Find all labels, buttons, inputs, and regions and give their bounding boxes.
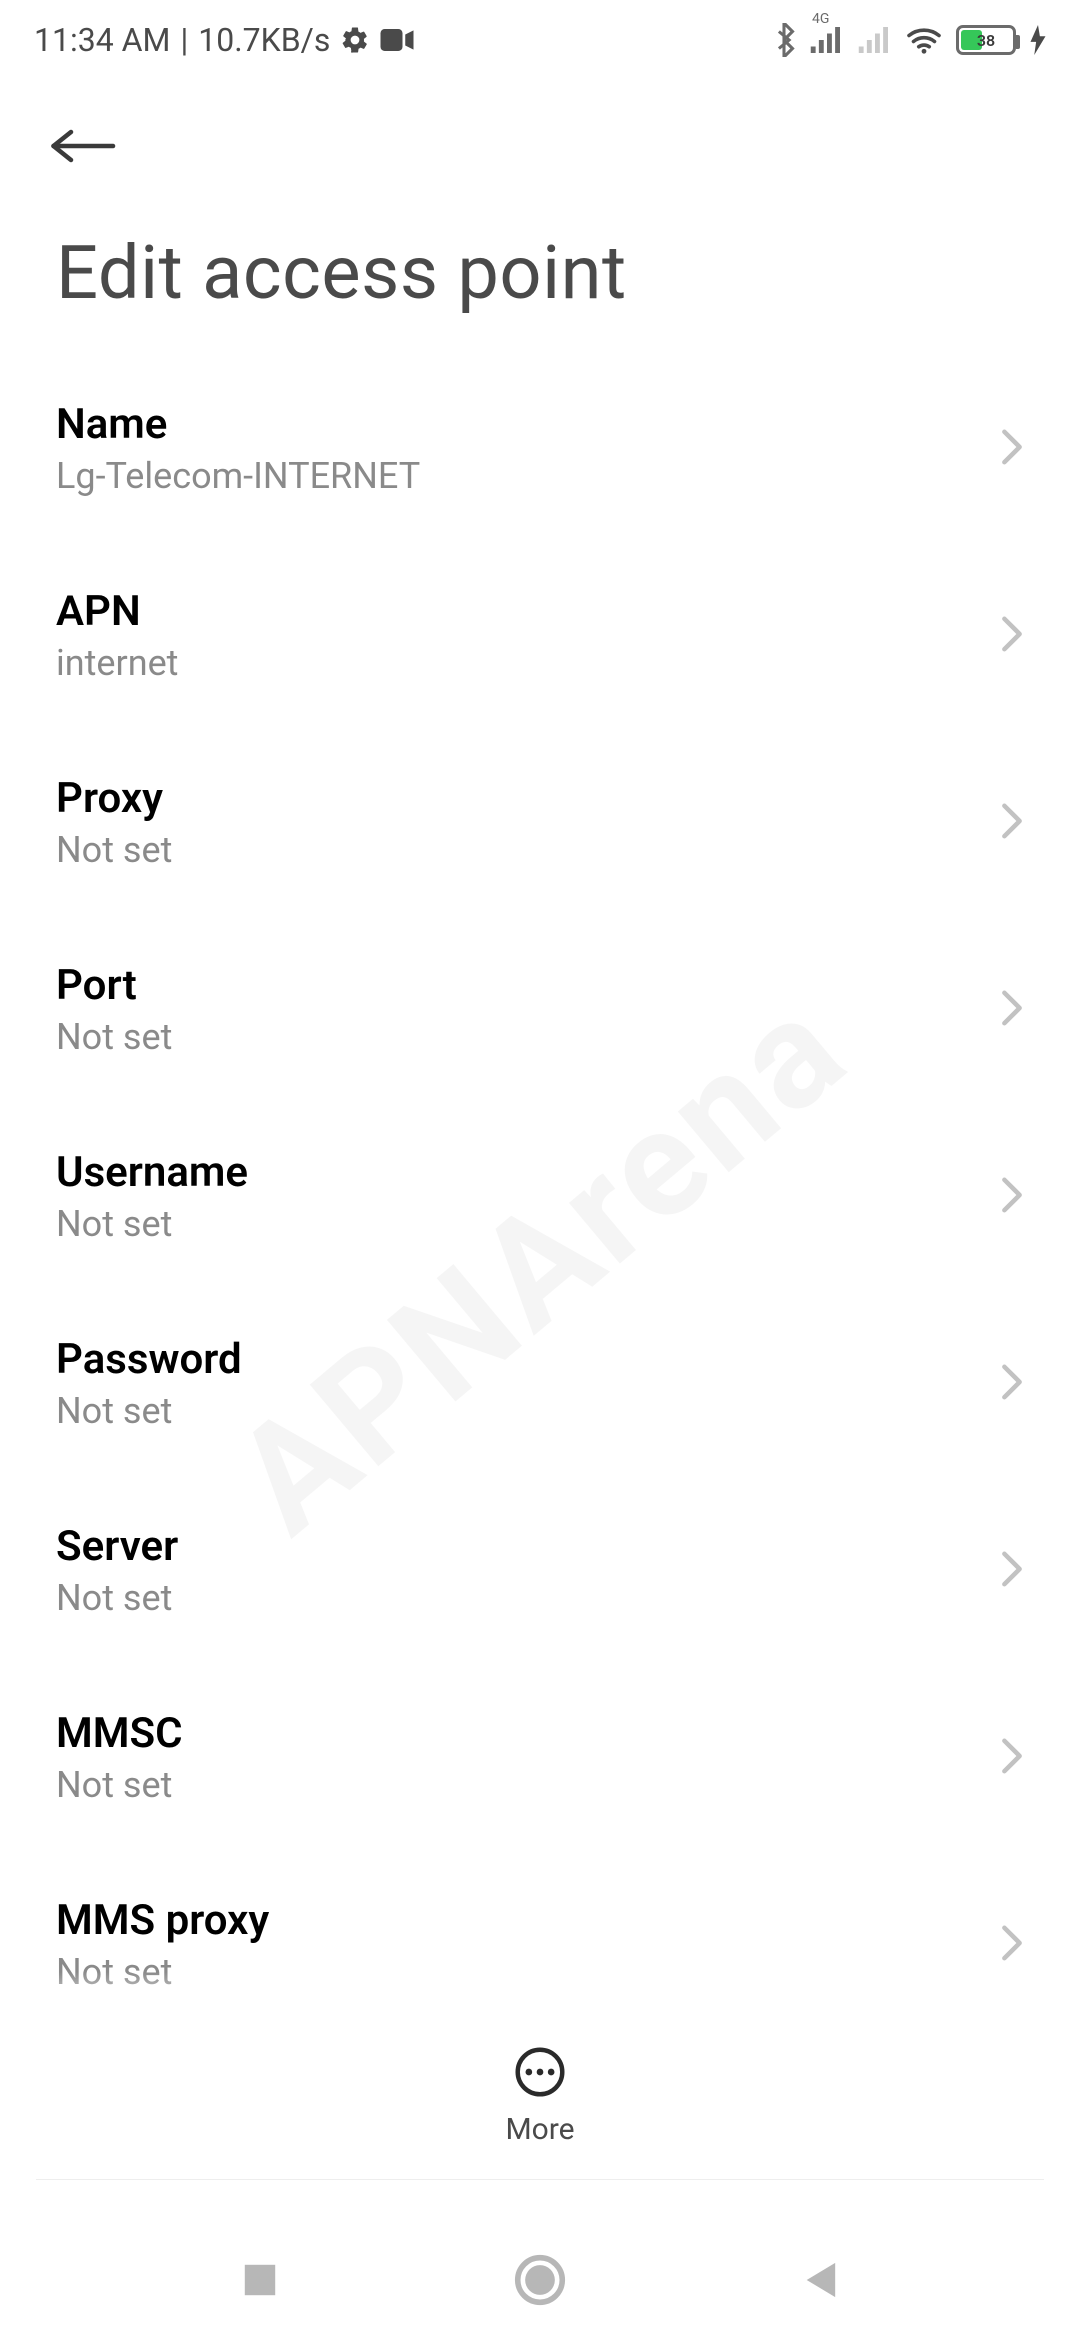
chevron-right-icon (1000, 1550, 1024, 1592)
nav-recent-button[interactable] (232, 2252, 288, 2308)
status-speed: 10.7KB/s (198, 21, 330, 59)
row-label: Password (56, 1335, 242, 1384)
chevron-right-icon (1000, 802, 1024, 844)
row-label: Proxy (56, 774, 172, 823)
gear-icon (340, 25, 370, 55)
row-value: Lg-Telecom-INTERNET (56, 455, 420, 497)
row-label: Name (56, 400, 420, 449)
row-value: Not set (56, 1016, 172, 1058)
battery-icon: 38 (956, 25, 1016, 55)
row-value: internet (56, 642, 178, 684)
row-label: Server (56, 1522, 178, 1571)
more-label: More (505, 2112, 574, 2147)
header (0, 80, 1080, 220)
row-label: Port (56, 961, 172, 1010)
charging-icon (1030, 25, 1046, 55)
row-value: Not set (56, 829, 172, 871)
chevron-right-icon (1000, 1737, 1024, 1779)
row-value: Not set (56, 1203, 248, 1245)
chevron-right-icon (1000, 1363, 1024, 1405)
wifi-icon (906, 26, 942, 54)
signal-nosim-icon: x (858, 27, 892, 53)
more-button[interactable]: More (505, 2046, 574, 2147)
nav-back-button[interactable] (792, 2252, 848, 2308)
settings-list: Name Lg-Telecom-INTERNET APN internet Pr… (0, 355, 1080, 2038)
status-right: 4G x 38 (772, 23, 1046, 57)
navigation-bar (0, 2220, 1080, 2340)
chevron-right-icon (1000, 428, 1024, 470)
chevron-right-icon (1000, 615, 1024, 657)
row-mmsc[interactable]: MMSC Not set (56, 1664, 1030, 1851)
bottom-action-bar: More (0, 2016, 1080, 2176)
status-time: 11:34 AM (34, 21, 170, 59)
row-apn[interactable]: APN internet (56, 542, 1030, 729)
row-label: APN (56, 587, 178, 636)
row-label: Username (56, 1148, 248, 1197)
row-value: Not set (56, 1390, 242, 1432)
row-proxy[interactable]: Proxy Not set (56, 729, 1030, 916)
row-mms-proxy[interactable]: MMS proxy Not set (56, 1851, 1030, 2038)
chevron-right-icon (1000, 1176, 1024, 1218)
row-value: Not set (56, 1764, 183, 1806)
row-password[interactable]: Password Not set (56, 1290, 1030, 1477)
signal-4g-icon: 4G (810, 27, 844, 53)
row-server[interactable]: Server Not set (56, 1477, 1030, 1664)
row-value: Not set (56, 1577, 178, 1619)
back-button[interactable] (50, 116, 130, 176)
status-bar: 11:34 AM | 10.7KB/s 4G x 38 (0, 0, 1080, 80)
svg-text:x: x (883, 49, 890, 53)
row-port[interactable]: Port Not set (56, 916, 1030, 1103)
page-title: Edit access point (0, 220, 1080, 355)
nav-home-button[interactable] (512, 2252, 568, 2308)
row-value: Not set (56, 1951, 269, 1993)
status-left: 11:34 AM | 10.7KB/s (34, 21, 414, 59)
chevron-right-icon (1000, 1924, 1024, 1966)
row-username[interactable]: Username Not set (56, 1103, 1030, 1290)
row-label: MMSC (56, 1709, 183, 1758)
more-icon (514, 2046, 566, 2102)
video-icon (380, 29, 414, 51)
row-label: MMS proxy (56, 1896, 269, 1945)
chevron-right-icon (1000, 989, 1024, 1031)
bluetooth-icon (772, 23, 796, 57)
row-name[interactable]: Name Lg-Telecom-INTERNET (56, 355, 1030, 542)
